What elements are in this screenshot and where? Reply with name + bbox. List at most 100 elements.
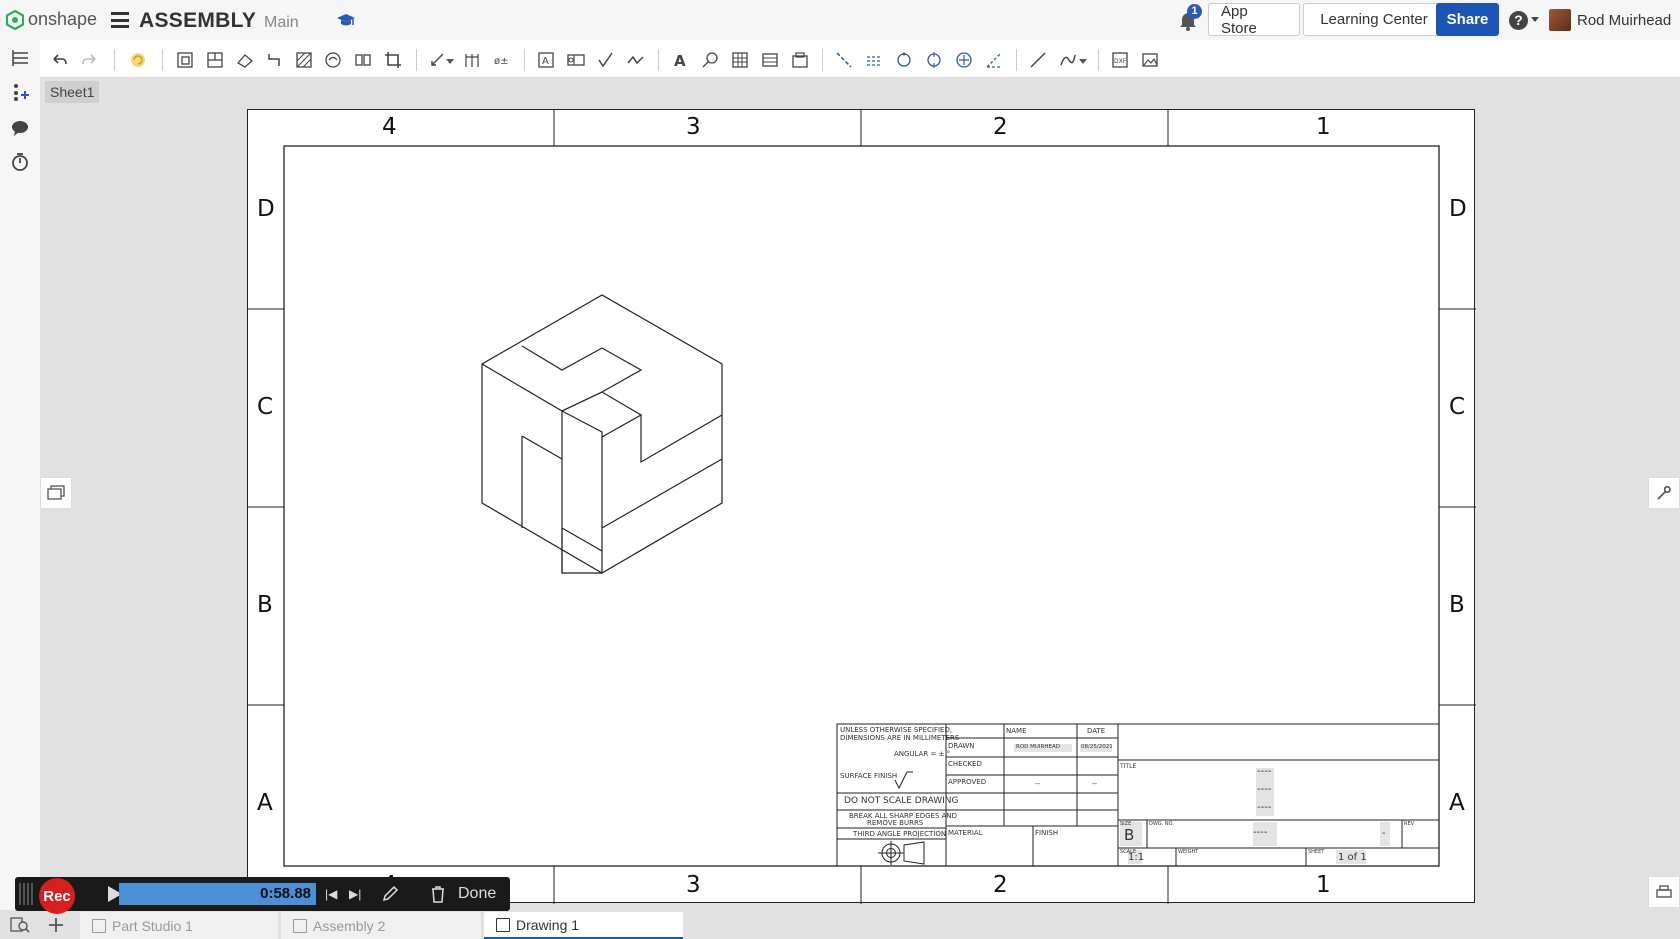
auxiliary-view-icon[interactable]: [235, 50, 255, 70]
drawing-toolbar: ø± A A DXF: [40, 40, 1680, 78]
revision-table-icon[interactable]: [790, 50, 810, 70]
main-menu-icon[interactable]: [111, 12, 129, 28]
user-name[interactable]: Rod Muirhead: [1577, 12, 1671, 29]
zone-left-a: A: [257, 790, 273, 816]
svg-text:A: A: [542, 56, 549, 67]
table-icon[interactable]: [730, 50, 750, 70]
redo-icon[interactable]: [80, 50, 100, 70]
insert-icon[interactable]: [10, 82, 30, 102]
assembly-icon: [293, 918, 307, 933]
tab-label: Drawing 1: [516, 916, 580, 933]
done-button[interactable]: Done: [458, 885, 496, 903]
record-button[interactable]: Rec: [39, 878, 75, 914]
export-dxf-icon[interactable]: DXF: [1110, 50, 1130, 70]
part-studio-icon: [92, 918, 106, 933]
third-angle-projection-symbol: [878, 841, 925, 865]
history-icon[interactable]: [10, 152, 30, 172]
title-value-2: ----: [1257, 784, 1272, 795]
comments-icon[interactable]: [10, 118, 30, 138]
trash-icon[interactable]: [430, 885, 446, 903]
baseline-dimension-icon[interactable]: [462, 50, 482, 70]
zone-left-b: B: [257, 592, 273, 618]
text-icon[interactable]: A: [670, 50, 690, 70]
section-view-icon[interactable]: [264, 50, 284, 70]
zone-left-c: C: [257, 394, 274, 420]
scale-value: 1:1: [1128, 852, 1145, 863]
tab-assembly-2[interactable]: Assembly 2: [281, 912, 481, 939]
wrench-icon: [1657, 486, 1671, 500]
break-edges-2: REMOVE BURRS: [867, 819, 924, 827]
detail-view-icon[interactable]: [323, 50, 343, 70]
document-title[interactable]: ASSEMBLY: [139, 9, 256, 33]
rev-label: REV: [1404, 821, 1415, 827]
printer-icon: [1656, 885, 1672, 898]
drawing-sheet[interactable]: 4 3 2 1 4 3 2 1 D C B A D C B A UNLESS O…: [247, 109, 1476, 904]
undo-icon[interactable]: [49, 50, 69, 70]
pen-icon[interactable]: [381, 885, 399, 903]
onshape-logo[interactable]: onshape: [6, 9, 97, 30]
print-panel-button[interactable]: [1648, 876, 1680, 908]
midpoint-centerline-icon[interactable]: [864, 50, 884, 70]
projected-view-icon[interactable]: [205, 50, 225, 70]
insert-image-icon[interactable]: [1140, 50, 1160, 70]
callout-icon[interactable]: [700, 50, 720, 70]
center-point-icon[interactable]: [954, 50, 974, 70]
approved-name: --: [1035, 780, 1041, 788]
approved-label: APPROVED: [948, 778, 987, 786]
angle-centerline-icon[interactable]: [984, 50, 1004, 70]
geometric-tolerance-icon[interactable]: [566, 50, 586, 70]
document-search-icon[interactable]: [10, 916, 30, 934]
brand-name: onshape: [28, 9, 98, 29]
dwg-no-label: DWG. NO.: [1149, 821, 1174, 827]
linear-dimension-icon[interactable]: [428, 50, 448, 70]
view-cube-panel-button[interactable]: [40, 477, 72, 509]
tab-part-studio-1[interactable]: Part Studio 1: [80, 912, 278, 939]
tolerance-note-1: UNLESS OTHERWISE SPECIFIED,: [840, 726, 953, 734]
drawing-icon: [496, 917, 510, 932]
crop-view-icon[interactable]: [383, 50, 403, 70]
weld-symbol-icon[interactable]: [626, 50, 646, 70]
learning-center-button[interactable]: Learning Center: [1303, 3, 1445, 36]
graduation-cap-icon[interactable]: [336, 11, 356, 29]
isometric-cube-view: [481, 294, 723, 574]
left-panel: [0, 40, 40, 910]
line-icon[interactable]: [1028, 50, 1048, 70]
help-icon[interactable]: ?: [1509, 11, 1528, 30]
title-label: TITLE: [1120, 763, 1137, 770]
avatar[interactable]: [1549, 9, 1571, 31]
help-caret-icon[interactable]: [1531, 17, 1539, 22]
spline-icon[interactable]: [1058, 50, 1078, 70]
zone-top-4: 4: [382, 114, 397, 140]
zone-right-c: C: [1449, 394, 1466, 420]
app-store-button[interactable]: App Store: [1208, 3, 1300, 37]
centermark-icon[interactable]: [924, 50, 944, 70]
share-button[interactable]: Share: [1436, 3, 1499, 36]
tab-drawing-1[interactable]: Drawing 1: [484, 912, 683, 939]
bom-table-icon[interactable]: [760, 50, 780, 70]
document-branch[interactable]: Main: [264, 14, 299, 32]
drag-handle-icon[interactable]: [19, 883, 33, 905]
break-view-icon[interactable]: [353, 50, 373, 70]
feature-list-icon[interactable]: [10, 48, 30, 68]
centerline-icon[interactable]: [834, 50, 854, 70]
bolt-circle-icon[interactable]: [894, 50, 914, 70]
svg-text:ø±: ø±: [494, 56, 509, 67]
zone-bottom-2: 2: [993, 872, 1008, 898]
skip-forward-icon[interactable]: ▶|: [349, 887, 363, 901]
sheet-tab[interactable]: Sheet1: [45, 81, 100, 103]
name-header: NAME: [1006, 727, 1027, 735]
regenerate-icon[interactable]: [128, 50, 148, 70]
surface-finish-icon[interactable]: [596, 50, 616, 70]
checked-label: CHECKED: [948, 760, 982, 768]
insert-view-icon[interactable]: [175, 50, 195, 70]
svg-text:A: A: [674, 52, 686, 69]
crosshatch-icon[interactable]: [294, 50, 314, 70]
sheet-label: SHEET: [1308, 849, 1325, 855]
zone-right-d: D: [1449, 196, 1467, 222]
add-tab-icon[interactable]: [48, 917, 64, 933]
zone-top-3: 3: [686, 114, 701, 140]
properties-panel-button[interactable]: [1648, 477, 1680, 509]
note-icon[interactable]: A: [536, 50, 556, 70]
skip-back-icon[interactable]: |◀: [325, 887, 339, 901]
hole-table-icon[interactable]: ø±: [492, 50, 512, 70]
